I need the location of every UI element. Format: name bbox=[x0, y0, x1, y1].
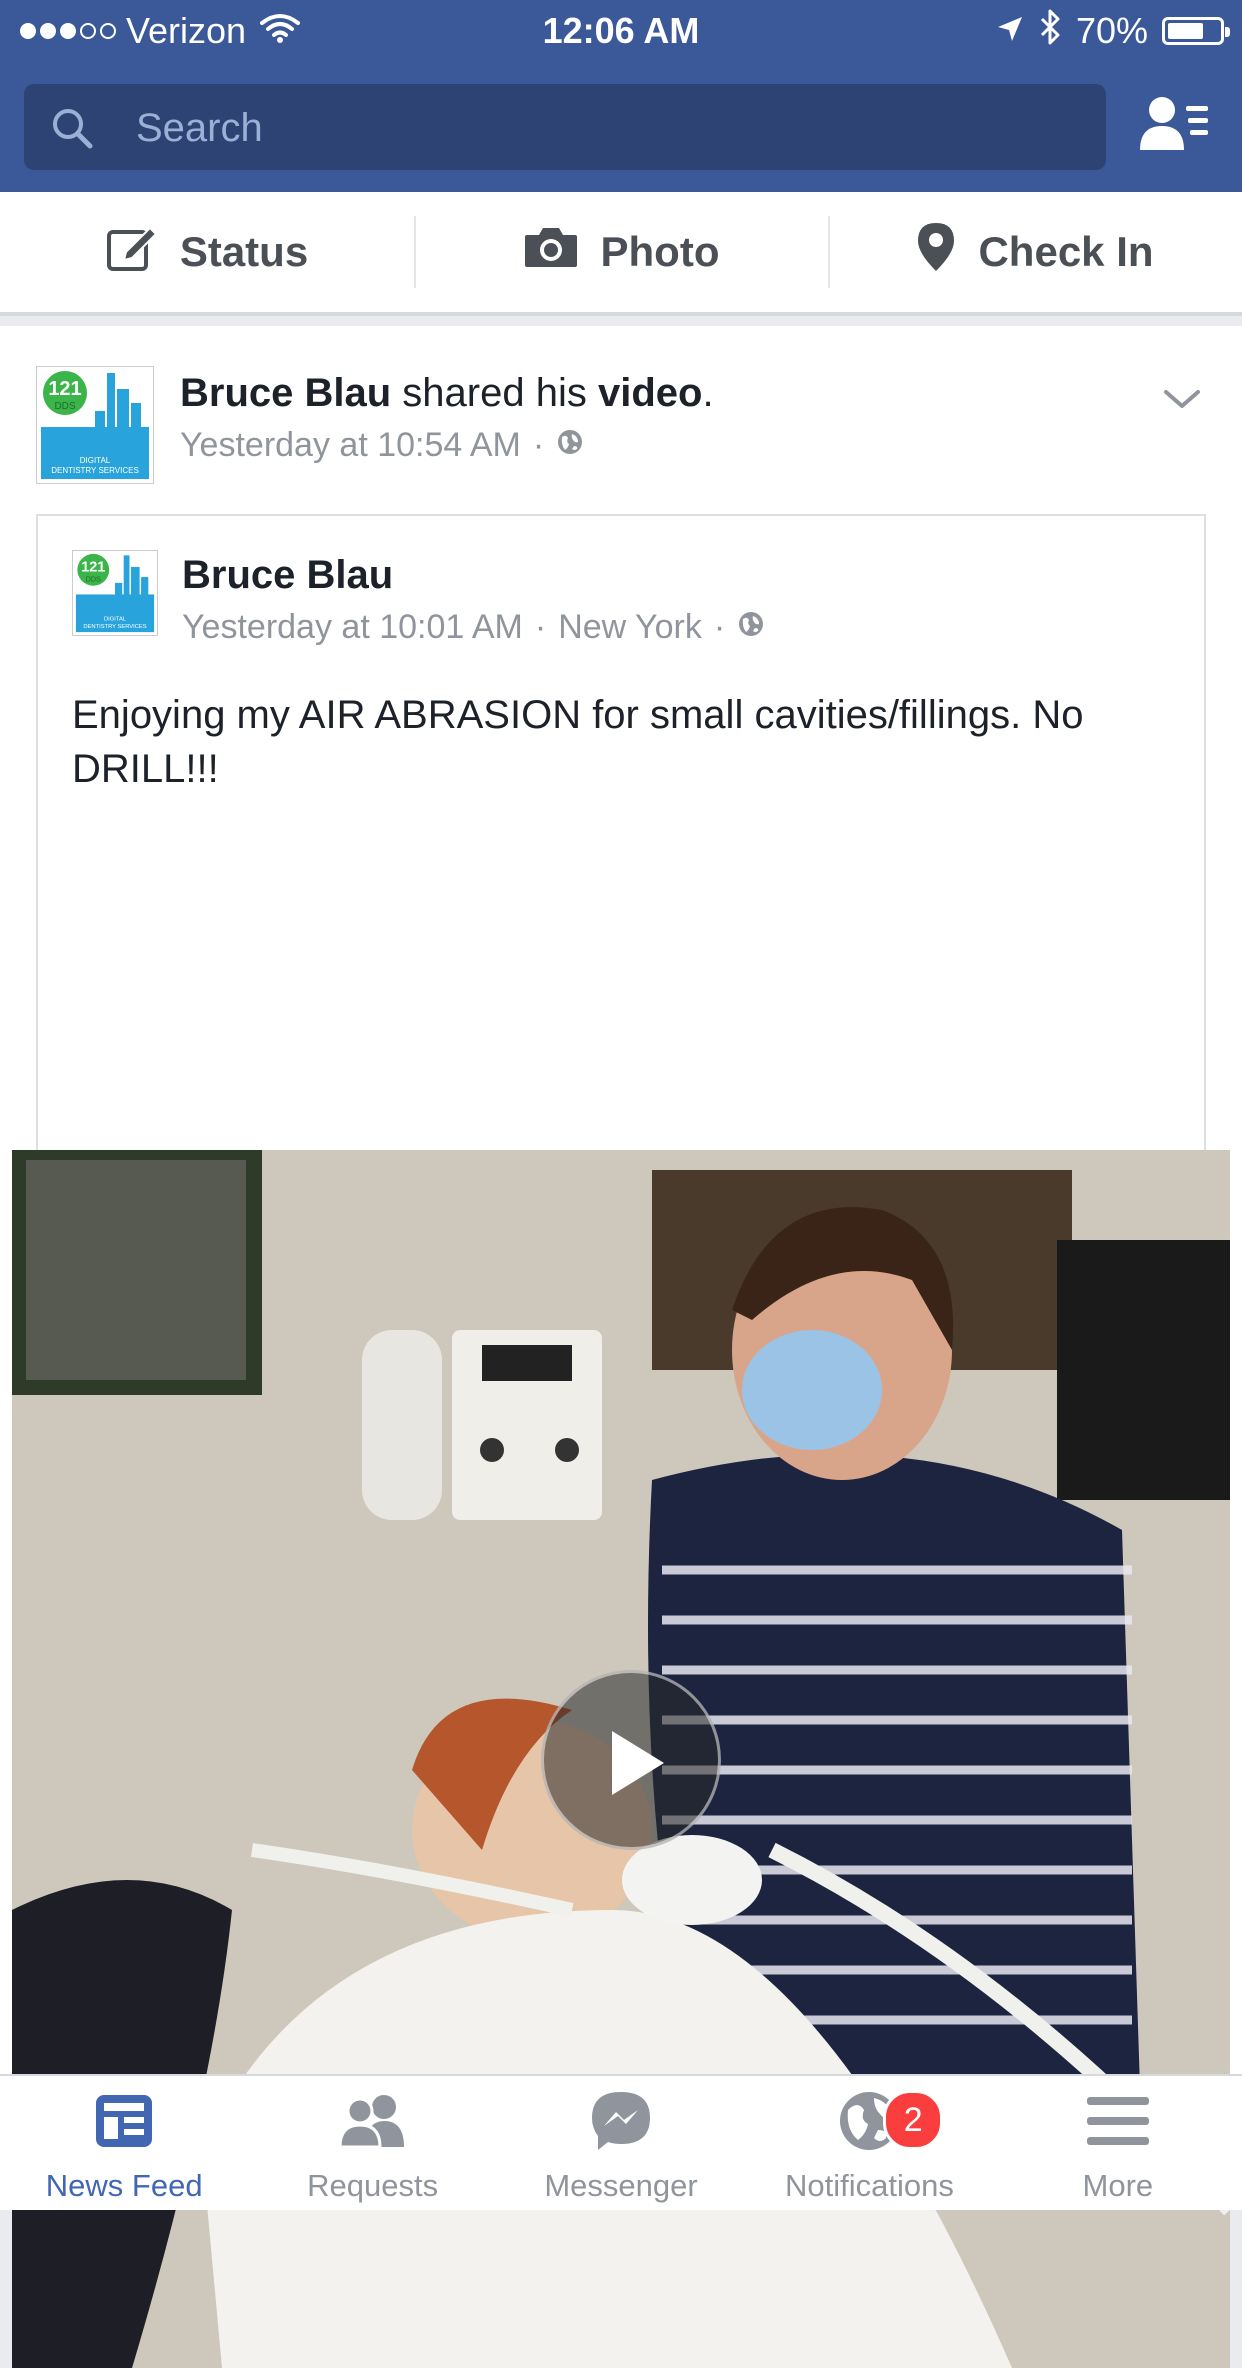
photo-label: Photo bbox=[600, 228, 720, 275]
avatar-number: 121 bbox=[48, 378, 81, 400]
author-avatar[interactable]: 121 DDS DIGITAL DENTISTRY SERVICES bbox=[36, 366, 154, 484]
bluetooth-icon bbox=[1038, 9, 1062, 54]
tab-label: Messenger bbox=[544, 2168, 698, 2203]
globe-privacy-icon bbox=[737, 608, 765, 647]
search-icon bbox=[50, 106, 94, 155]
author-name[interactable]: Bruce Blau bbox=[180, 371, 391, 415]
shared-avatar-dds: DDS bbox=[86, 574, 101, 583]
post-title-suffix: . bbox=[702, 371, 714, 415]
shared-post-meta: Yesterday at 10:01 AM · New York · bbox=[182, 608, 765, 647]
tab-label: Notifications bbox=[784, 2168, 954, 2203]
photo-button[interactable]: Photo bbox=[414, 192, 828, 312]
menu-icon bbox=[1086, 2084, 1149, 2158]
pencil-icon bbox=[106, 222, 158, 282]
location-arrow-icon bbox=[996, 10, 1024, 52]
shared-location[interactable]: New York bbox=[558, 608, 702, 647]
tab-label: Requests bbox=[307, 2168, 439, 2203]
shared-avatar-caption-1: DIGITAL bbox=[104, 617, 127, 623]
check-in-label: Check In bbox=[978, 228, 1154, 275]
avatar-dds: DDS bbox=[54, 401, 75, 412]
avatar-caption-1: DIGITAL bbox=[80, 456, 111, 465]
tab-requests[interactable]: Requests bbox=[248, 2076, 496, 2210]
tab-notifications[interactable]: 2 Notifications bbox=[745, 2076, 993, 2210]
app-header: Verizon 12:06 AM 70% bbox=[0, 0, 1242, 192]
avatar-caption-2: DENTISTRY SERVICES bbox=[51, 466, 139, 475]
shared-object-link[interactable]: video bbox=[598, 371, 702, 415]
check-in-button[interactable]: Check In bbox=[828, 192, 1242, 312]
battery-icon bbox=[1162, 17, 1230, 45]
status-bar-right: 70% bbox=[996, 8, 1230, 54]
notification-badge: 2 bbox=[883, 2090, 944, 2150]
messenger-icon bbox=[590, 2084, 652, 2158]
friend-requests-icon bbox=[338, 2084, 408, 2158]
feed-post: 121 DDS DIGITAL DENTISTRY SERVICES Bruce… bbox=[0, 326, 1242, 2368]
post-title: Bruce Blau shared his video. bbox=[180, 368, 714, 418]
chevron-down-icon[interactable] bbox=[1162, 388, 1202, 417]
tab-label: News Feed bbox=[45, 2168, 203, 2203]
bottom-tab-bar: News Feed Requests Messenger 2 Notificat… bbox=[0, 2074, 1242, 2210]
status-button[interactable]: Status bbox=[0, 192, 414, 312]
shared-post-header: Bruce Blau Yesterday at 10:01 AM · New Y… bbox=[182, 550, 765, 647]
play-icon bbox=[612, 1731, 664, 1795]
tab-messenger[interactable]: Messenger bbox=[497, 2076, 745, 2210]
shared-avatar-caption-2: DENTISTRY SERVICES bbox=[83, 624, 146, 630]
friends-list-icon[interactable] bbox=[1138, 94, 1210, 159]
location-pin-icon bbox=[916, 221, 956, 283]
status-bar: Verizon 12:06 AM 70% bbox=[0, 0, 1242, 62]
play-button[interactable] bbox=[541, 1670, 721, 1850]
post-timestamp[interactable]: Yesterday at 10:54 AM bbox=[180, 426, 521, 465]
composer-bar: Status Photo Check In bbox=[0, 192, 1242, 316]
battery-percent: 70% bbox=[1075, 10, 1148, 51]
meta-separator: · bbox=[534, 608, 547, 646]
meta-separator: · bbox=[532, 426, 545, 464]
shared-timestamp[interactable]: Yesterday at 10:01 AM bbox=[182, 608, 523, 647]
tab-label: More bbox=[1082, 2168, 1154, 2203]
shared-author-avatar[interactable]: 121 DDS DIGITAL DENTISTRY SERVICES bbox=[72, 550, 158, 636]
search-bar[interactable] bbox=[24, 84, 1106, 172]
post-header: Bruce Blau shared his video. Yesterday a… bbox=[180, 368, 714, 465]
shared-author-name[interactable]: Bruce Blau bbox=[182, 550, 765, 600]
battery-fill bbox=[1168, 23, 1203, 39]
shared-avatar-number: 121 bbox=[81, 559, 105, 575]
search-input[interactable] bbox=[134, 84, 1078, 172]
tab-news-feed[interactable]: News Feed bbox=[0, 2076, 248, 2210]
globe-privacy-icon bbox=[556, 426, 584, 465]
post-body-text: Enjoying my AIR ABRASION for small cavit… bbox=[72, 693, 1084, 791]
news-feed-icon bbox=[94, 2084, 154, 2158]
status-label: Status bbox=[179, 228, 309, 275]
post-action: shared his bbox=[391, 371, 598, 415]
post-meta: Yesterday at 10:54 AM · bbox=[180, 426, 714, 465]
camera-icon bbox=[523, 225, 579, 279]
tab-more[interactable]: More bbox=[994, 2076, 1242, 2210]
meta-separator: · bbox=[713, 608, 726, 646]
